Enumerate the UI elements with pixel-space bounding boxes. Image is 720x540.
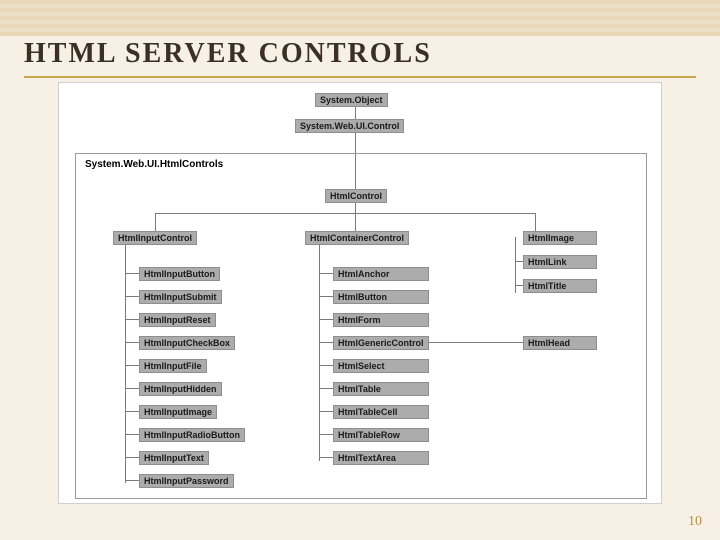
title-underline xyxy=(24,76,696,78)
node-input-child: HtmlInputReset xyxy=(139,313,216,327)
connector xyxy=(515,261,523,262)
connector xyxy=(125,319,139,320)
node-system-web-ui-control: System.Web.UI.Control xyxy=(295,119,404,133)
node-container-child: HtmlTable xyxy=(333,382,429,396)
connector xyxy=(319,388,333,389)
connector xyxy=(319,342,333,343)
connector xyxy=(319,245,320,461)
node-html-title: HtmlTitle xyxy=(523,279,597,293)
connector xyxy=(319,296,333,297)
connector xyxy=(125,342,139,343)
node-input-child: HtmlInputFile xyxy=(139,359,207,373)
node-input-child: HtmlInputPassword xyxy=(139,474,234,488)
node-html-input-control: HtmlInputControl xyxy=(113,231,197,245)
node-html-container-control: HtmlContainerControl xyxy=(305,231,409,245)
connector xyxy=(125,273,139,274)
node-input-child: HtmlInputRadioButton xyxy=(139,428,245,442)
connector xyxy=(355,107,356,119)
node-container-child: HtmlButton xyxy=(333,290,429,304)
connector xyxy=(355,203,356,213)
connector xyxy=(125,480,139,481)
connector xyxy=(155,213,535,214)
node-html-image: HtmlImage xyxy=(523,231,597,245)
node-container-child: HtmlTextArea xyxy=(333,451,429,465)
connector xyxy=(155,213,156,231)
connector xyxy=(429,342,523,343)
connector xyxy=(125,296,139,297)
node-html-head: HtmlHead xyxy=(523,336,597,350)
connector xyxy=(355,213,356,231)
node-html-link: HtmlLink xyxy=(523,255,597,269)
node-input-child: HtmlInputButton xyxy=(139,267,220,281)
namespace-label: System.Web.UI.HtmlControls xyxy=(85,159,223,170)
page-number: 10 xyxy=(688,514,702,530)
connector xyxy=(125,434,139,435)
connector xyxy=(319,319,333,320)
connector xyxy=(319,273,333,274)
node-input-child: HtmlInputCheckBox xyxy=(139,336,235,350)
slide-header-stripes xyxy=(0,0,720,36)
node-container-child: HtmlForm xyxy=(333,313,429,327)
node-container-child: HtmlGenericControl xyxy=(333,336,429,350)
connector xyxy=(319,365,333,366)
node-container-child: HtmlAnchor xyxy=(333,267,429,281)
node-html-control: HtmlControl xyxy=(325,189,387,203)
node-input-child: HtmlInputImage xyxy=(139,405,217,419)
node-system-object: System.Object xyxy=(315,93,388,107)
connector xyxy=(319,457,333,458)
connector xyxy=(535,213,536,231)
connector xyxy=(125,245,126,483)
connector xyxy=(319,411,333,412)
connector xyxy=(125,388,139,389)
connector xyxy=(125,457,139,458)
connector xyxy=(125,365,139,366)
connector xyxy=(319,434,333,435)
node-input-child: HtmlInputSubmit xyxy=(139,290,222,304)
connector xyxy=(125,411,139,412)
node-container-child: HtmlSelect xyxy=(333,359,429,373)
hierarchy-diagram: System.Object System.Web.UI.Control Syst… xyxy=(58,82,662,504)
node-input-child: HtmlInputText xyxy=(139,451,209,465)
node-container-child: HtmlTableCell xyxy=(333,405,429,419)
node-input-child: HtmlInputHidden xyxy=(139,382,222,396)
node-container-child: HtmlTableRow xyxy=(333,428,429,442)
slide-title: HTML SERVER CONTROLS xyxy=(24,38,432,70)
connector xyxy=(515,285,523,286)
